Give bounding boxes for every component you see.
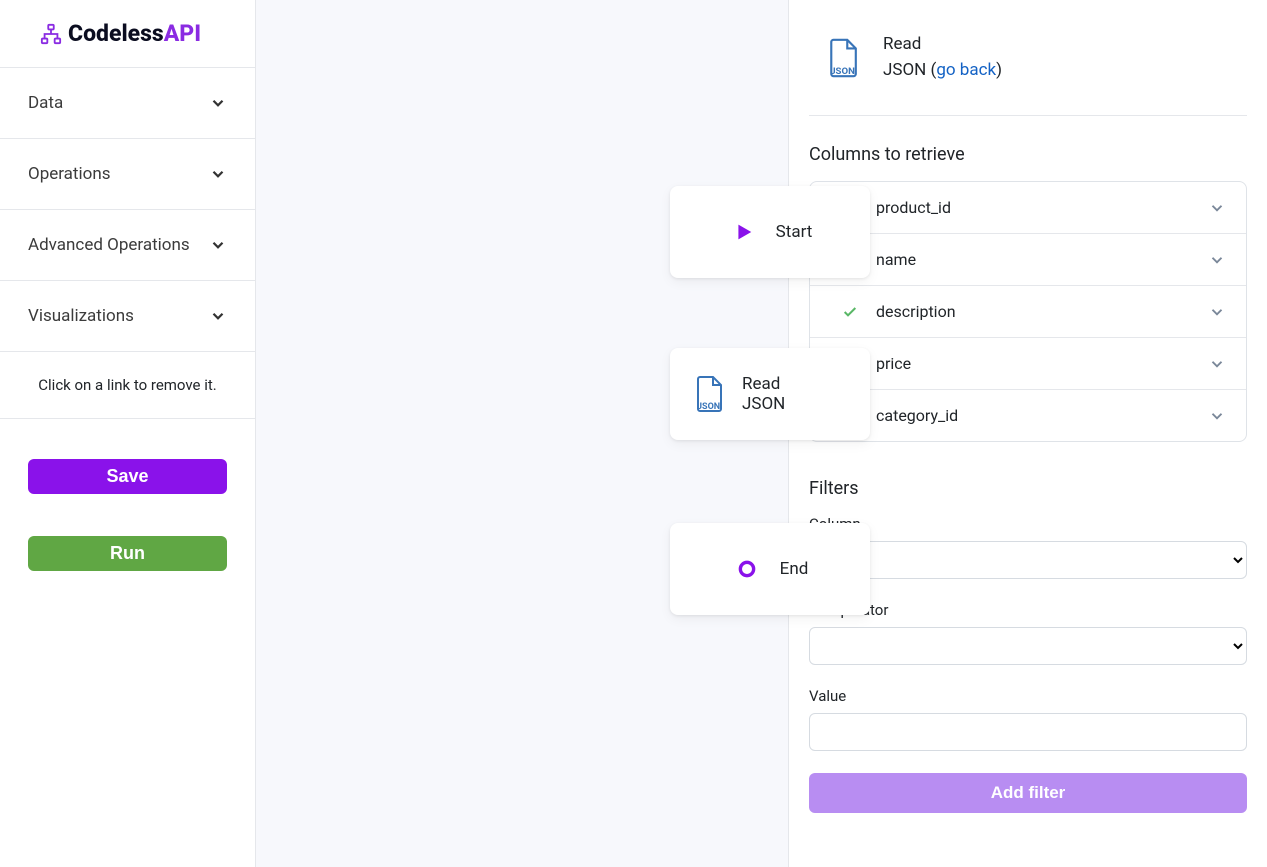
filters-heading: Filters	[809, 478, 1247, 499]
column-field-label: Column	[809, 515, 1247, 533]
chevron-down-icon	[1208, 303, 1226, 321]
end-circle-icon	[732, 559, 762, 579]
node-read-json[interactable]: JSON Read JSON	[670, 348, 870, 440]
brand-text-dark: Codeless	[68, 20, 164, 47]
node-label: Read JSON	[742, 374, 785, 415]
chevron-down-icon	[209, 94, 227, 112]
value-field-label: Value	[809, 687, 1247, 705]
node-end[interactable]: End	[670, 523, 870, 615]
node-start[interactable]: Start	[670, 186, 870, 278]
chevron-down-icon	[1208, 199, 1226, 217]
svg-text:JSON: JSON	[830, 66, 855, 77]
sidebar-item-label: Data	[28, 93, 63, 113]
comparator-field-label: Comparator	[809, 601, 1247, 619]
chevron-down-icon	[1208, 251, 1226, 269]
node-label: End	[780, 559, 809, 579]
brand-text-accent: API	[164, 20, 201, 47]
columns-list: product_id name description price	[809, 181, 1247, 442]
column-name: category_id	[876, 406, 958, 425]
sitemap-icon	[40, 23, 62, 45]
column-name: price	[876, 354, 911, 373]
sidebar-hint: Click on a link to remove it.	[0, 352, 255, 419]
logo[interactable]: CodelessAPI	[0, 0, 255, 68]
filter-comparator-select[interactable]	[809, 627, 1247, 665]
sidebar-item-visualizations[interactable]: Visualizations	[0, 281, 255, 352]
chevron-down-icon	[1208, 407, 1226, 425]
column-name: description	[876, 302, 956, 321]
chevron-down-icon	[209, 165, 227, 183]
chevron-down-icon	[209, 307, 227, 325]
column-item[interactable]: product_id	[810, 182, 1246, 234]
flow-canvas[interactable]: Start JSON Read JSON End	[256, 0, 789, 867]
json-file-icon: JSON	[694, 376, 724, 412]
svg-text:JSON: JSON	[697, 402, 720, 412]
columns-heading: Columns to retrieve	[809, 144, 1247, 165]
node-label: Start	[776, 222, 813, 242]
filter-column-select[interactable]	[809, 541, 1247, 579]
sidebar-item-label: Visualizations	[28, 306, 134, 326]
sidebar-item-operations[interactable]: Operations	[0, 139, 255, 210]
check-icon	[842, 304, 858, 320]
column-name: product_id	[876, 198, 951, 217]
panel-title: Read JSON (go back)	[883, 32, 1002, 83]
play-icon	[728, 221, 758, 243]
column-name: name	[876, 250, 916, 269]
run-button[interactable]: Run	[28, 536, 227, 571]
sidebar-item-data[interactable]: Data	[0, 68, 255, 139]
add-filter-button[interactable]: Add filter	[809, 773, 1247, 813]
column-item[interactable]: price	[810, 338, 1246, 390]
filter-value-input[interactable]	[809, 713, 1247, 751]
sidebar-item-advanced-operations[interactable]: Advanced Operations	[0, 210, 255, 281]
sidebar-item-label: Advanced Operations	[28, 235, 190, 255]
sidebar-item-label: Operations	[28, 164, 111, 184]
column-item[interactable]: category_id	[810, 390, 1246, 441]
go-back-link[interactable]: go back	[936, 60, 996, 80]
json-file-icon: JSON	[827, 38, 859, 78]
sidebar-buttons: Save Run	[0, 419, 255, 571]
column-item[interactable]: description	[810, 286, 1246, 338]
chevron-down-icon	[1208, 355, 1226, 373]
chevron-down-icon	[209, 236, 227, 254]
save-button[interactable]: Save	[28, 459, 227, 494]
panel-header: JSON Read JSON (go back)	[809, 32, 1247, 116]
sidebar: CodelessAPI Data Operations Advanced Ope…	[0, 0, 256, 867]
column-item[interactable]: name	[810, 234, 1246, 286]
